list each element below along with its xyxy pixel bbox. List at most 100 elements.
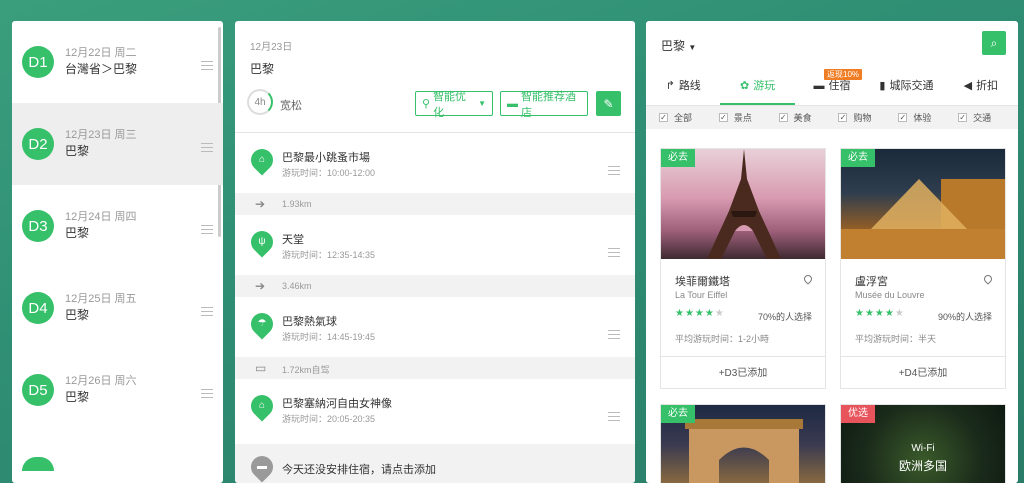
day-badge (22, 457, 54, 471)
tab-attractions[interactable]: ✿ 游玩 (720, 66, 795, 105)
transit-row: ➔ 1.93km (235, 193, 635, 215)
day-list-panel: D1 12月22日 周二 台灣省＞巴黎 D2 12月23日 周三 巴黎 D3 1… (12, 21, 223, 483)
explore-header: 巴黎 ▼ ⌕ (646, 21, 1018, 66)
attraction-card[interactable]: 必去 (660, 404, 826, 483)
recommend-hotel-button[interactable]: ▬ 智能推荐酒店 (500, 91, 588, 119)
day-item-d5[interactable]: D5 12月26日 周六 巴黎 (12, 349, 223, 431)
attraction-icon: ✿ (740, 80, 750, 92)
drag-handle-icon[interactable] (608, 409, 620, 424)
transit-distance: 1.72km自驾 (282, 365, 330, 375)
drag-handle-icon[interactable] (201, 58, 213, 73)
filter-label: 购物 (853, 113, 872, 123)
checkbox-icon: ✓ (898, 113, 908, 122)
pace-label: 宽松 (280, 100, 302, 112)
must-go-badge: 必去 (841, 149, 875, 167)
day-badge: D1 (22, 46, 54, 78)
poi-time: 游玩时间：14:45-19:45 (282, 332, 376, 342)
promo-badge: 返现10% (824, 69, 863, 80)
explore-panel: 巴黎 ▼ ⌕ ↱ 路线 ✿ 游玩 ▬ 住宿 ▮ 城际交通 ◀ 折扣 返现10% ✓ 全部 ✓… (646, 21, 1018, 483)
average-visit-time: 平均游玩时间：半天 (855, 334, 937, 344)
day-item-d4[interactable]: D4 12月25日 周五 巴黎 (12, 267, 223, 349)
caret-down-icon: ▼ (688, 43, 697, 52)
day-item-partial[interactable] (12, 431, 223, 471)
transit-row: ➔ 3.46km (235, 275, 635, 297)
filter-label: 美食 (793, 113, 812, 123)
poi-item[interactable]: ψ 天堂 游玩时间：12:35-14:35 (235, 215, 635, 275)
checkbox-icon: ✓ (659, 113, 668, 122)
search-button[interactable]: ⌕ (982, 31, 1006, 55)
bed-icon: ▬ (246, 451, 278, 483)
balloon-icon: ☂ (246, 308, 278, 340)
poi-time: 游玩时间：10:00-12:00 (282, 168, 376, 178)
tab-label: 城际交通 (889, 80, 934, 92)
drag-handle-icon[interactable] (201, 140, 213, 155)
drag-handle-icon[interactable] (608, 163, 620, 178)
day-city: 巴黎 (65, 226, 90, 240)
day-item-d3[interactable]: D3 12月24日 周四 巴黎 (12, 185, 223, 267)
smart-optimize-button[interactable]: ⚲ 智能优化 ▼ (415, 91, 493, 119)
poi-name: 巴黎塞納河自由女神像 (282, 398, 392, 410)
drag-handle-icon[interactable] (608, 245, 620, 260)
poi-item[interactable]: ⌂ 巴黎最小跳蚤市場 游玩时间：10:00-12:00 (235, 133, 635, 193)
checkbox-icon: ✓ (778, 113, 788, 122)
add-hotel-row[interactable]: ▬ 今天还没安排住宿，请点击添加 (235, 444, 635, 483)
no-hotel-text: 今天还没安排住宿，请点击添加 (282, 464, 436, 476)
filter-transport[interactable]: ✓ 交通 (958, 111, 1018, 124)
preferred-badge: 优选 (841, 405, 875, 423)
tab-label: 游玩 (753, 80, 776, 92)
choice-percentage: 70%的人选择 (757, 312, 812, 322)
poi-item[interactable]: ⌂ 巴黎塞納河自由女神像 游玩时间：20:05-20:35 (235, 379, 635, 439)
day-badge: D5 (22, 374, 54, 406)
filter-experience[interactable]: ✓ 体验 (898, 111, 958, 124)
day-badge: D4 (22, 292, 54, 324)
added-to-day-button[interactable]: +D4已添加 (841, 356, 1005, 389)
day-badge: D2 (22, 128, 54, 160)
day-item-d1[interactable]: D1 12月22日 周二 台灣省＞巴黎 (12, 21, 223, 103)
transit-distance: 1.93km (282, 199, 312, 209)
tab-discount[interactable]: ◀ 折扣 (944, 66, 1018, 105)
checkbox-icon: ✓ (838, 113, 848, 122)
drag-handle-icon[interactable] (201, 304, 213, 319)
europe-label: 欧洲多国 (898, 459, 947, 473)
rating-stars: ★★★★★ (855, 308, 905, 319)
poi-name: 巴黎熱氣球 (282, 316, 337, 328)
location-pin-icon[interactable] (982, 273, 994, 285)
route-icon: ↱ (665, 80, 675, 92)
day-item-d2[interactable]: D2 12月23日 周三 巴黎 (12, 103, 223, 185)
duration-ring: 4h (247, 89, 273, 115)
poi-name: 天堂 (282, 234, 304, 246)
drag-handle-icon[interactable] (201, 222, 213, 237)
wifi-product-photo: Wi-Fi 欧洲多国 优选 (841, 405, 1005, 483)
poi-item[interactable]: ☂ 巴黎熱氣球 游玩时间：14:45-19:45 (235, 297, 635, 357)
drag-handle-icon[interactable] (608, 327, 620, 342)
filter-label: 交通 (973, 113, 992, 123)
arrow-right-icon: ➔ (255, 197, 266, 211)
transit-distance: 3.46km (282, 281, 312, 291)
building-icon: ⌂ (246, 144, 278, 176)
itinerary-panel: 12月23日 巴黎 4h 宽松 ⚲ 智能优化 ▼ ▬ 智能推荐酒店 ✎ ⌂ 巴黎… (235, 21, 635, 483)
attraction-card[interactable]: 必去 盧浮宮 Musée du Louvre ★★★★★ 90%的人选择 平均游… (840, 148, 1006, 389)
filter-shopping[interactable]: ✓ 购物 (838, 111, 898, 124)
location-pin-icon[interactable] (802, 273, 814, 285)
car-icon: ▭ (255, 361, 267, 375)
attraction-card[interactable]: 必去 埃菲爾鐵塔 La Tour Eiffel ★★★★★ 70%的人选择 平均… (660, 148, 826, 389)
added-to-day-button[interactable]: +D3已添加 (661, 356, 825, 389)
drag-handle-icon[interactable] (201, 386, 213, 401)
tab-route[interactable]: ↱ 路线 (646, 66, 720, 105)
filter-food[interactable]: ✓ 美食 (778, 111, 839, 124)
product-card[interactable]: Wi-Fi 欧洲多国 优选 (840, 404, 1006, 483)
tab-label: 住宿 (828, 80, 851, 92)
filter-sights[interactable]: ✓ 景点 (718, 111, 779, 124)
city-selector-label: 巴黎 (661, 39, 686, 53)
tab-transport[interactable]: ▮ 城际交通 (869, 66, 943, 105)
filter-label: 全部 (674, 113, 693, 123)
city-selector[interactable]: 巴黎 ▼ (661, 37, 696, 54)
checkbox-icon: ✓ (958, 113, 968, 122)
smart-optimize-label: 智能优化 (433, 90, 467, 119)
filter-all[interactable]: ✓ 全部 (659, 111, 719, 124)
filter-bar: ✓ 全部 ✓ 景点 ✓ 美食 ✓ 购物 ✓ 体验 ✓ 交通 (646, 106, 1018, 129)
poi-time: 游玩时间：12:35-14:35 (282, 250, 376, 260)
edit-button[interactable]: ✎ (596, 91, 621, 116)
tab-label: 路线 (678, 80, 701, 92)
attraction-name: 埃菲爾鐵塔 (675, 276, 730, 288)
